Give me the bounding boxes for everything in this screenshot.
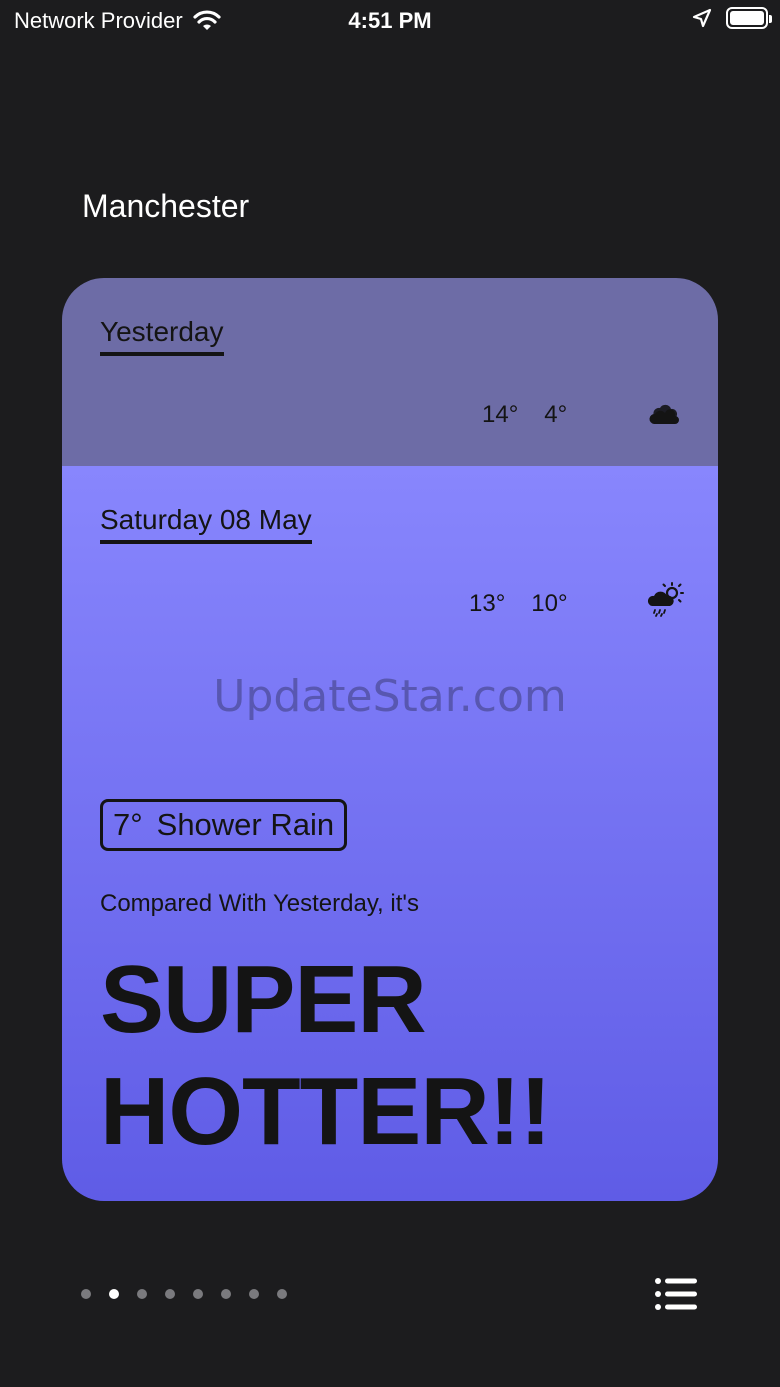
page-dot[interactable]	[81, 1289, 91, 1299]
status-right-icons	[692, 7, 772, 29]
page-dot[interactable]	[277, 1289, 287, 1299]
watermark-text: UpdateStar.com	[213, 671, 567, 722]
location-arrow-icon	[692, 8, 712, 28]
current-condition-badge: 7° Shower Rain	[100, 799, 348, 851]
yesterday-label: Yesterday	[100, 316, 224, 356]
page-dot[interactable]	[109, 1289, 119, 1299]
city-name: Manchester	[82, 188, 250, 224]
today-low: 10°	[531, 590, 568, 617]
yesterday-high: 14°	[482, 401, 519, 428]
current-temp: 7°	[113, 807, 143, 842]
today-temps: 13° 10°	[469, 590, 568, 618]
partly-sunny-rain-icon	[647, 582, 684, 617]
today-high: 13°	[469, 590, 506, 617]
page-indicator[interactable]	[81, 1289, 287, 1299]
page-dot[interactable]	[137, 1289, 147, 1299]
verdict-text: SUPER HOTTER!!	[100, 944, 552, 1168]
yesterday-low: 4°	[544, 401, 568, 428]
page-dot[interactable]	[249, 1289, 259, 1299]
status-time: 4:51 PM	[348, 8, 432, 33]
verdict-line-1: SUPER	[100, 946, 427, 1053]
compare-text: Compared With Yesterday, it's	[100, 890, 419, 917]
weather-card[interactable]: Yesterday 14° 4° Saturday 08 May 13° 10°	[62, 278, 718, 1201]
cloud-icon	[649, 404, 679, 424]
yesterday-temps: 14° 4°	[482, 401, 567, 429]
list-menu-button[interactable]	[654, 1277, 698, 1311]
status-bar: Network Provider 4:51 PM	[0, 0, 780, 40]
page-dot[interactable]	[221, 1289, 231, 1299]
yesterday-section: Yesterday 14° 4°	[62, 278, 718, 466]
verdict-line-2: HOTTER!!	[100, 1058, 552, 1165]
list-menu-icon	[655, 1278, 697, 1310]
condition-text: Shower Rain	[156, 807, 335, 842]
today-section: Saturday 08 May 13° 10° UpdateStar.com 7…	[62, 466, 718, 1201]
battery-full-icon	[726, 7, 772, 29]
today-label: Saturday 08 May	[100, 504, 312, 544]
page-dot[interactable]	[193, 1289, 203, 1299]
page-dot[interactable]	[165, 1289, 175, 1299]
